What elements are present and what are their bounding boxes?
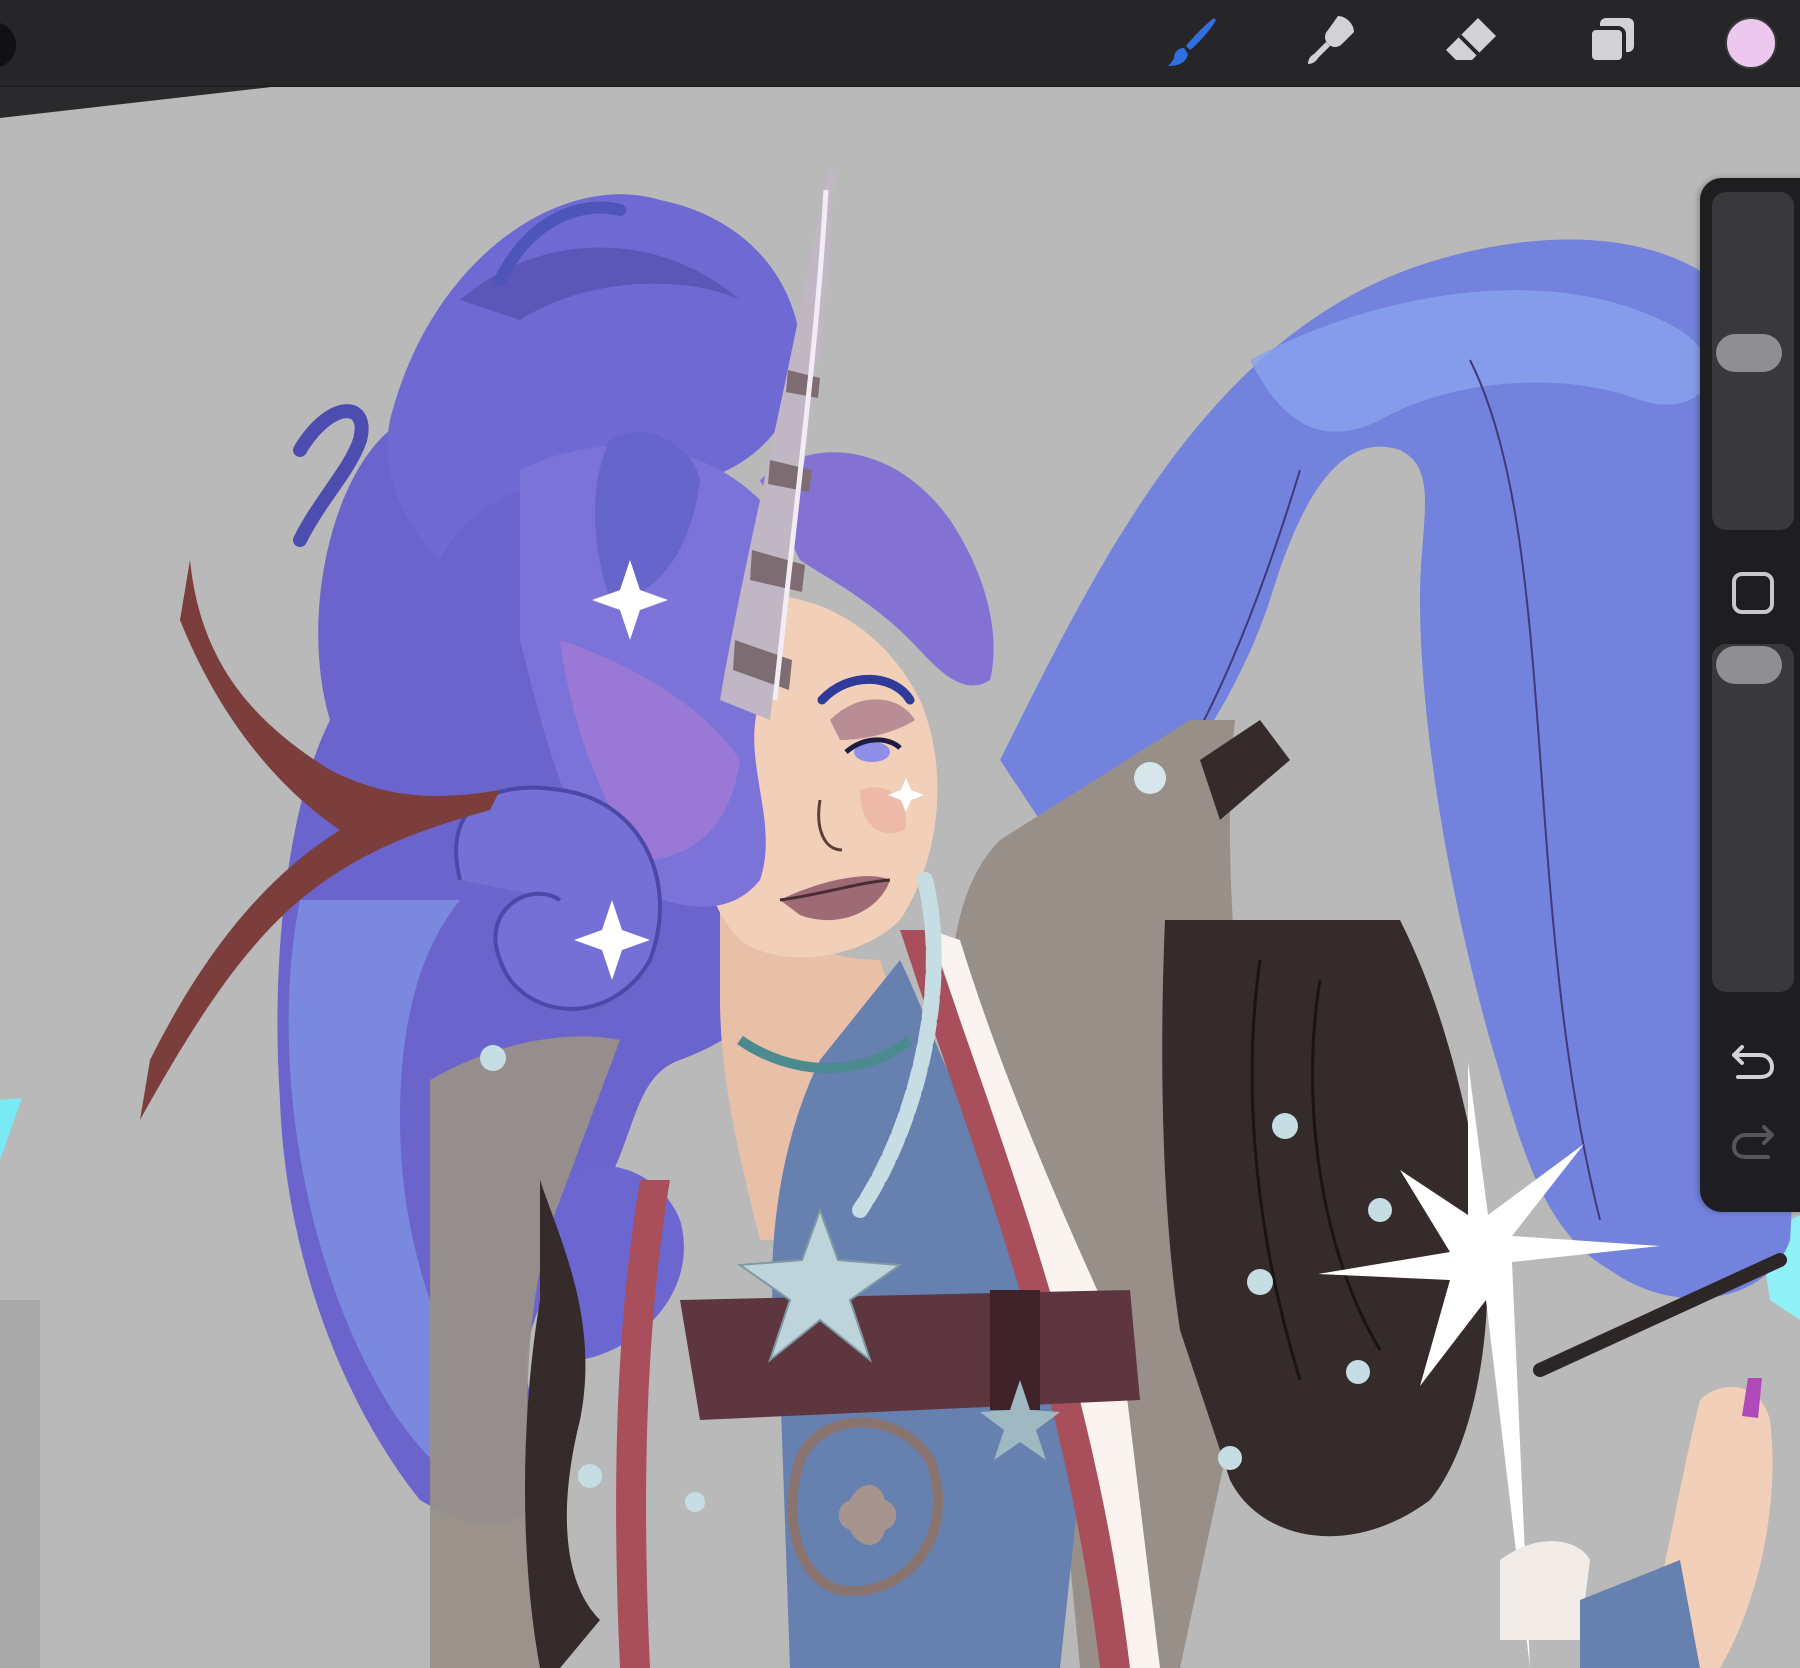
smudge-icon [1302, 12, 1360, 74]
brush-tool-button[interactable]: brush [1160, 10, 1226, 76]
jacket-stud [1368, 1198, 1392, 1222]
top-toolbar: brush smudge eraser layers [0, 0, 1800, 87]
jacket-stud [1218, 1446, 1242, 1470]
jacket-stud [578, 1464, 602, 1488]
redo-icon [1730, 1121, 1776, 1165]
undo-icon [1730, 1041, 1776, 1085]
layers-button[interactable]: layers [1578, 10, 1644, 76]
belt [680, 1290, 1140, 1420]
canvas-left-vignette [0, 1300, 40, 1668]
jacket-stud [480, 1045, 506, 1071]
jacket-stud [685, 1492, 705, 1512]
wrist-wrap [1500, 1541, 1590, 1640]
eraser-tool-button[interactable]: eraser [1438, 10, 1504, 76]
eraser-icon [1442, 12, 1500, 74]
smudge-tool-button[interactable]: smudge [1298, 10, 1364, 76]
canvas-artwork[interactable] [0, 0, 1800, 1668]
modify-button[interactable] [1720, 570, 1786, 620]
right-sidebar [1700, 178, 1800, 1212]
opacity-slider-handle[interactable] [1716, 646, 1782, 684]
brush-icon [1164, 12, 1222, 74]
gallery-button[interactable] [0, 22, 16, 68]
jacket-stud [1272, 1113, 1298, 1139]
jacket-stud [1346, 1360, 1370, 1384]
brush-size-slider[interactable] [1712, 192, 1794, 530]
square-outline-icon [1730, 570, 1776, 620]
opacity-slider[interactable] [1712, 644, 1794, 992]
jacket-stud [1134, 762, 1166, 794]
color-swatch-button[interactable] [1725, 17, 1777, 69]
undo-button[interactable] [1720, 1038, 1786, 1088]
belt-buckle [990, 1290, 1040, 1410]
brush-size-slider-handle[interactable] [1716, 334, 1782, 372]
jacket-stud [1247, 1269, 1273, 1295]
layers-icon [1582, 12, 1640, 74]
redo-button[interactable] [1720, 1118, 1786, 1168]
